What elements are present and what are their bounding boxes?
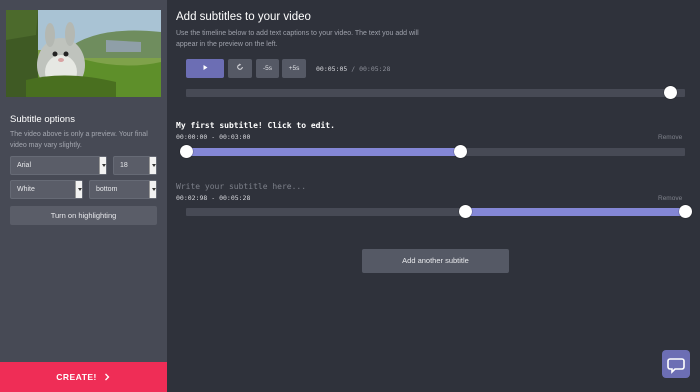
chevron-down-icon (149, 157, 156, 174)
subtitle-1-start: 00:00:00 (176, 133, 208, 141)
position-select[interactable]: bottom (89, 180, 157, 199)
play-button[interactable] (186, 59, 224, 78)
playback-timeline[interactable] (186, 89, 685, 97)
subtitle-2-start: 00:02:98 (176, 194, 208, 202)
subtitle-1-time-range: 00:00:00 - 00:03:00 (176, 133, 250, 141)
subtitle-1-end-handle[interactable] (453, 145, 467, 158)
subtitle-1-text[interactable]: My first subtitle! Click to edit. (176, 121, 335, 130)
forward-5s-button[interactable]: +5s (282, 59, 306, 78)
subtitle-options-title: Subtitle options (10, 114, 75, 125)
replay-icon (237, 63, 243, 70)
size-select-value: 18 (120, 162, 128, 169)
playback-time: 00:05:05 / 00:05:28 (316, 65, 390, 73)
subtitle-1-range-fill (186, 148, 461, 156)
chevron-down-icon (75, 181, 82, 198)
create-button[interactable]: CREATE! (0, 362, 167, 392)
font-select-value: Arial (17, 162, 32, 169)
video-frame-image (6, 10, 161, 97)
chevron-down-icon (149, 181, 156, 198)
page-description: Use the timeline below to add text capti… (176, 30, 419, 48)
create-button-label: CREATE! (56, 372, 97, 382)
subtitle-1-dash: - (211, 133, 216, 141)
total-time: 00:05:28 (359, 65, 391, 73)
play-icon (203, 65, 207, 70)
chat-bubble-icon (667, 358, 685, 374)
color-select[interactable]: White (10, 180, 83, 199)
add-another-subtitle-button[interactable]: Add another subtitle (362, 249, 509, 273)
subtitle-1-end: 00:03:00 (219, 133, 251, 141)
chevron-down-icon (99, 157, 106, 174)
position-select-value: bottom (96, 186, 118, 193)
replay-button[interactable] (228, 59, 252, 78)
subtitle-1-remove-link[interactable]: Remove (658, 134, 682, 141)
size-select[interactable]: 18 (113, 156, 157, 175)
current-time: 00:05:05 (316, 65, 348, 73)
subtitle-2-end-handle[interactable] (678, 205, 692, 218)
playback-handle[interactable] (663, 86, 677, 99)
color-select-value: White (17, 186, 35, 193)
rewind-5s-button[interactable]: -5s (256, 59, 279, 78)
subtitle-2-end: 00:05:28 (219, 194, 251, 202)
subtitle-1-start-handle[interactable] (179, 145, 193, 158)
chat-button[interactable] (662, 350, 690, 378)
subtitle-2-dash: - (211, 194, 216, 202)
turn-on-highlighting-button[interactable]: Turn on highlighting (10, 206, 157, 225)
time-separator: / (351, 65, 356, 73)
subtitle-2-range-fill (465, 208, 685, 216)
page-title: Add subtitles to your video (176, 11, 311, 23)
sidebar: Subtitle options The video above is only… (0, 0, 167, 392)
subtitle-options-description: The video above is only a preview. Your … (10, 131, 148, 149)
subtitle-2-time-range: 00:02:98 - 00:05:28 (176, 194, 250, 202)
font-select[interactable]: Arial (10, 156, 107, 175)
subtitle-2-start-handle[interactable] (458, 205, 472, 218)
subtitle-2-remove-link[interactable]: Remove (658, 195, 682, 202)
video-preview[interactable] (6, 10, 161, 97)
subtitle-2-text[interactable]: Write your subtitle here... (176, 182, 306, 191)
chevron-right-icon (104, 373, 110, 381)
